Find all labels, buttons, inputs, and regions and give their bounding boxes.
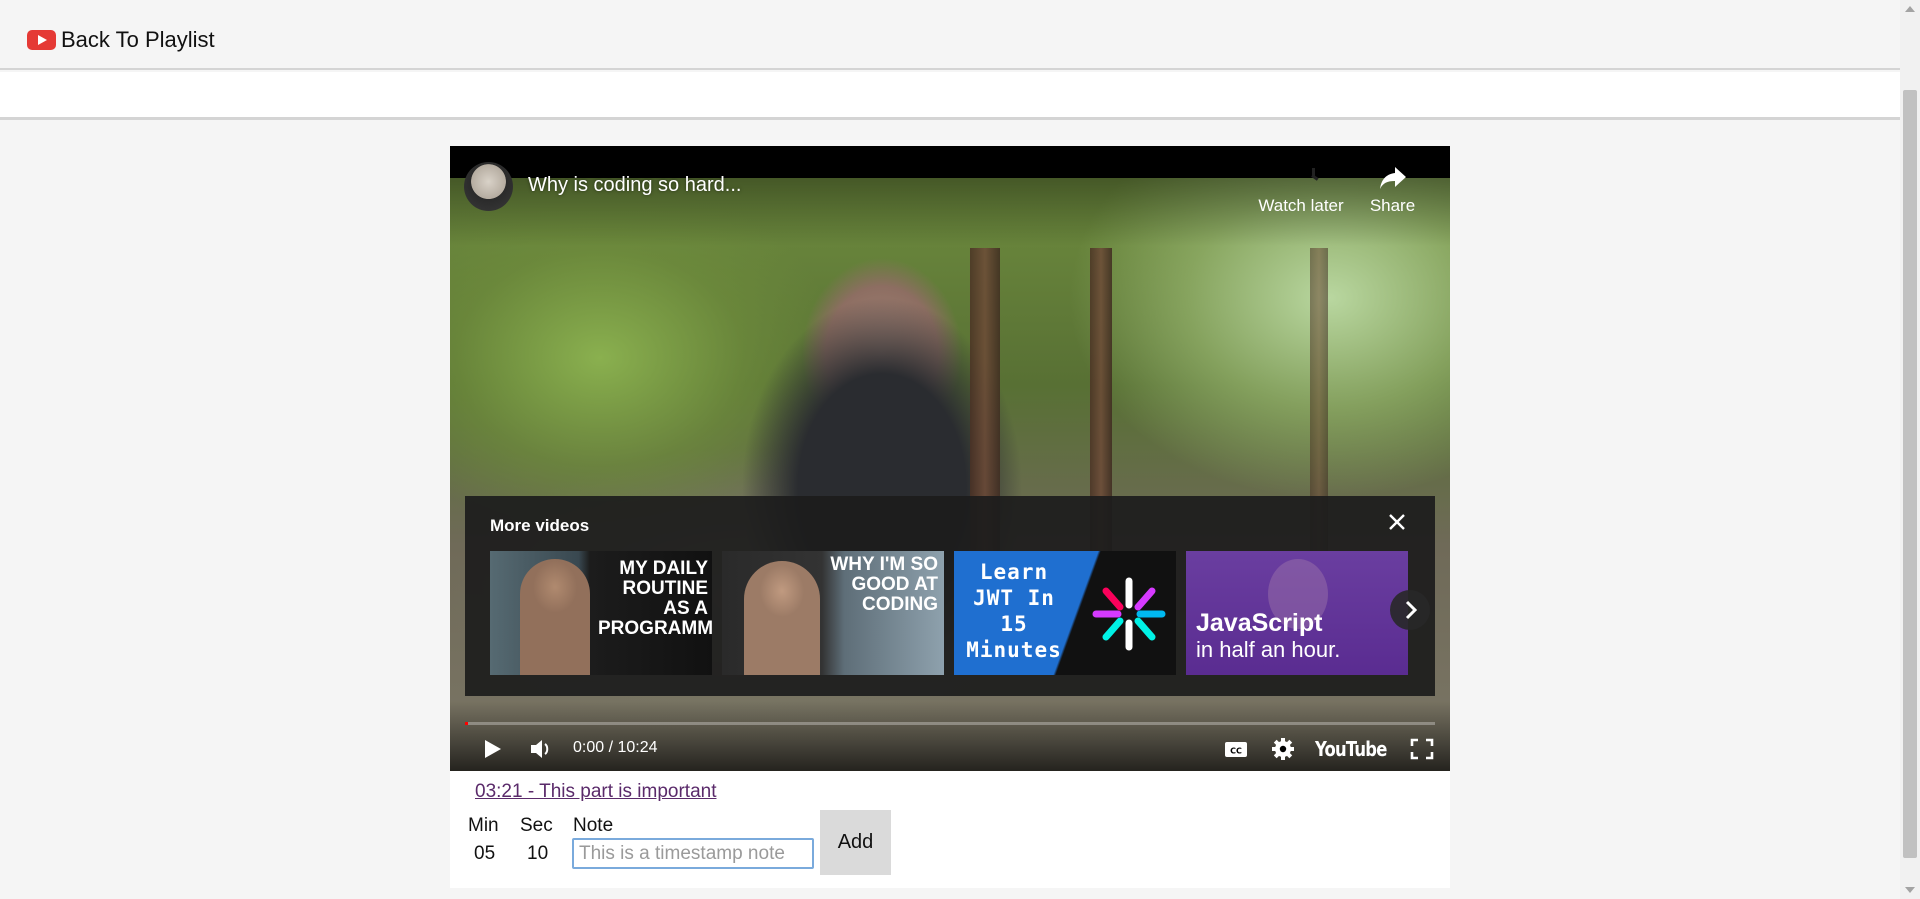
scroll-thumb[interactable] [1903, 90, 1917, 858]
captions-icon: CC [1225, 742, 1247, 757]
volume-icon [531, 740, 549, 758]
video-thumbnail[interactable]: MY DAILY ROUTINE AS A PROGRAMMER [490, 551, 712, 675]
scroll-down-arrow-icon[interactable] [1905, 887, 1915, 893]
thumbnail-title: MY DAILY ROUTINE AS A PROGRAMMER [598, 558, 712, 639]
watch-later-button[interactable]: Watch later [1256, 163, 1346, 216]
time-display: 0:00 / 10:24 [573, 739, 658, 756]
jwt-logo-icon [1092, 577, 1166, 651]
more-videos-panel: More videos MY DAILY ROUTINE AS A PROGRA… [465, 496, 1435, 696]
note-input[interactable] [572, 838, 814, 869]
youtube-brand-link[interactable]: YouTube [1315, 737, 1387, 761]
top-bar: Back To Playlist [0, 0, 1900, 70]
page-scrollbar[interactable] [1900, 0, 1920, 899]
thumbnail-person [520, 559, 590, 675]
note-label: Note [573, 815, 614, 836]
video-title[interactable]: Why is coding so hard... [528, 174, 741, 197]
sec-label: Sec [520, 815, 553, 836]
thumbnail-person [744, 561, 820, 675]
volume-button[interactable] [528, 734, 554, 764]
video-player[interactable]: Why is coding so hard... Watch later Sha… [450, 146, 1450, 771]
thumbnail-title: Learn JWT In 15 Minutes [966, 560, 1062, 662]
thumbnail-title: WHY I'M SO GOOD AT CODING [830, 554, 938, 615]
more-videos-heading: More videos [490, 516, 590, 535]
min-value[interactable]: 05 [474, 843, 495, 865]
timestamp-note-link[interactable]: 03:21 - This part is important [475, 781, 716, 803]
sec-value[interactable]: 10 [527, 843, 548, 865]
clock-icon [1256, 163, 1346, 193]
youtube-logo-icon [27, 30, 56, 50]
next-videos-button[interactable] [1390, 590, 1430, 630]
sub-header-bar [0, 72, 1900, 120]
thumbnail-subtitle: in half an hour. [1196, 637, 1341, 662]
fullscreen-button[interactable] [1410, 734, 1434, 764]
add-note-button[interactable]: Add [820, 810, 891, 875]
channel-avatar[interactable] [464, 162, 513, 211]
chevron-right-icon [1405, 600, 1418, 620]
player-bottom-gradient [450, 701, 1450, 771]
close-icon[interactable] [1385, 510, 1409, 534]
back-to-playlist-link[interactable]: Back To Playlist [27, 27, 215, 53]
share-arrow-icon [1355, 163, 1430, 193]
video-thumbnail[interactable]: WHY I'M SO GOOD AT CODING [722, 551, 944, 675]
settings-button[interactable] [1270, 734, 1296, 764]
svg-text:CC: CC [1230, 747, 1242, 756]
play-button[interactable] [482, 734, 504, 764]
video-card: Why is coding so hard... Watch later Sha… [450, 146, 1450, 888]
progress-bar[interactable] [465, 722, 1435, 725]
thumbnail-title: JavaScript [1196, 609, 1323, 637]
share-button[interactable]: Share [1355, 163, 1430, 216]
video-thumbnail[interactable]: Learn JWT In 15 Minutes [954, 551, 1176, 675]
min-label: Min [468, 815, 499, 836]
play-icon [485, 740, 501, 758]
watch-later-label: Watch later [1258, 196, 1344, 215]
back-to-playlist-label: Back To Playlist [61, 27, 215, 52]
video-thumbnail[interactable]: JavaScript in half an hour. [1186, 551, 1408, 675]
progress-played [465, 722, 468, 725]
fullscreen-icon [1410, 738, 1434, 760]
captions-button[interactable]: CC [1223, 734, 1249, 764]
share-label: Share [1369, 196, 1416, 215]
gear-icon [1272, 738, 1294, 760]
scroll-up-arrow-icon[interactable] [1905, 6, 1915, 12]
